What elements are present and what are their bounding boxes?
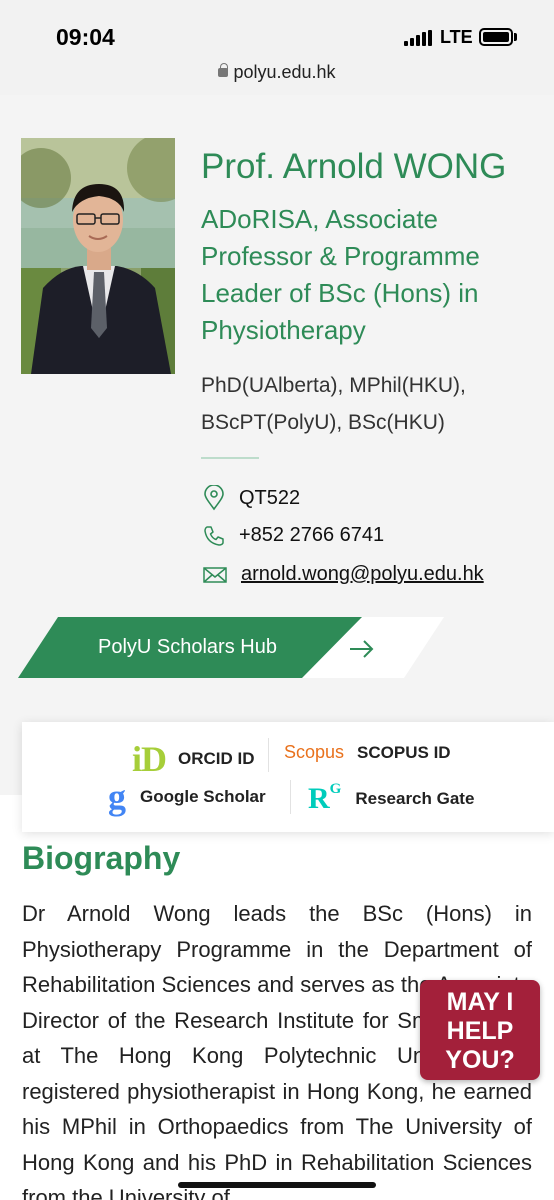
network-type: LTE: [440, 27, 473, 47]
rg-letter: R: [308, 782, 330, 815]
orcid-link[interactable]: iD ORCID ID: [132, 738, 255, 780]
scopus-icon: Scopus: [284, 742, 345, 762]
orcid-label[interactable]: ORCID ID: [178, 749, 255, 769]
profile-degrees: PhD(UAlberta), MPhil(HKU), BScPT(PolyU),…: [201, 374, 466, 434]
signal-icon: [404, 30, 434, 46]
status-bar: 09:04 LTE polyu.edu.hk: [0, 0, 554, 95]
research-gate-label[interactable]: Research Gate: [355, 789, 474, 809]
contact-room: QT522: [203, 485, 300, 511]
orcid-icon: iD: [132, 739, 167, 779]
lock-icon: [218, 63, 229, 77]
scopus-label[interactable]: SCOPUS ID: [357, 743, 451, 763]
link-separator: [268, 738, 269, 772]
google-scholar-icon: g: [108, 777, 126, 817]
rg-sup: G: [329, 781, 342, 797]
chat-line-1: MAY I: [446, 988, 514, 1016]
status-time: 09:04: [56, 24, 115, 50]
phone-icon: [204, 525, 224, 546]
biography-heading: Biography: [22, 840, 181, 876]
room-number: QT522: [239, 486, 301, 509]
battery-tip: [514, 33, 517, 41]
url-text: polyu.edu.hk: [233, 62, 336, 82]
research-links-card: iD ORCID ID Scopus SCOPUS ID g Google Sc…: [22, 722, 554, 832]
contact-phone[interactable]: +852 2766 6741: [203, 524, 384, 547]
profile-role: ADoRISA, Associate Professor & Programme…: [201, 204, 480, 345]
portrait-image: [21, 138, 175, 374]
contact-email[interactable]: arnold.wong@polyu.edu.hk: [203, 563, 484, 586]
profile-section: Prof. Arnold WONG ADoRISA, Associate Pro…: [0, 95, 554, 795]
chat-line-2: HELP: [446, 1017, 514, 1045]
section-divider: [201, 457, 259, 459]
link-separator: [290, 780, 291, 814]
scopus-link[interactable]: Scopus SCOPUS ID: [284, 742, 451, 763]
profile-photo: [21, 138, 175, 374]
google-scholar-label[interactable]: Google Scholar: [140, 787, 266, 807]
research-gate-icon: RG: [308, 781, 342, 816]
email-link[interactable]: arnold.wong@polyu.edu.hk: [241, 563, 484, 586]
address-bar[interactable]: polyu.edu.hk: [0, 62, 554, 83]
research-gate-link[interactable]: RG Research Gate: [308, 781, 474, 816]
location-pin-icon: [204, 485, 224, 511]
chat-help-button[interactable]: MAY I HELP YOU?: [420, 980, 540, 1080]
google-scholar-link[interactable]: g Google Scholar: [108, 777, 266, 817]
home-indicator[interactable]: [178, 1182, 376, 1188]
profile-name: Prof. Arnold WONG: [201, 147, 507, 186]
phone-number[interactable]: +852 2766 6741: [239, 524, 384, 547]
scholars-hub-label[interactable]: PolyU Scholars Hub: [98, 636, 277, 659]
chat-line-3: YOU?: [445, 1046, 515, 1074]
battery-icon: [479, 28, 513, 46]
email-icon: [203, 566, 227, 583]
